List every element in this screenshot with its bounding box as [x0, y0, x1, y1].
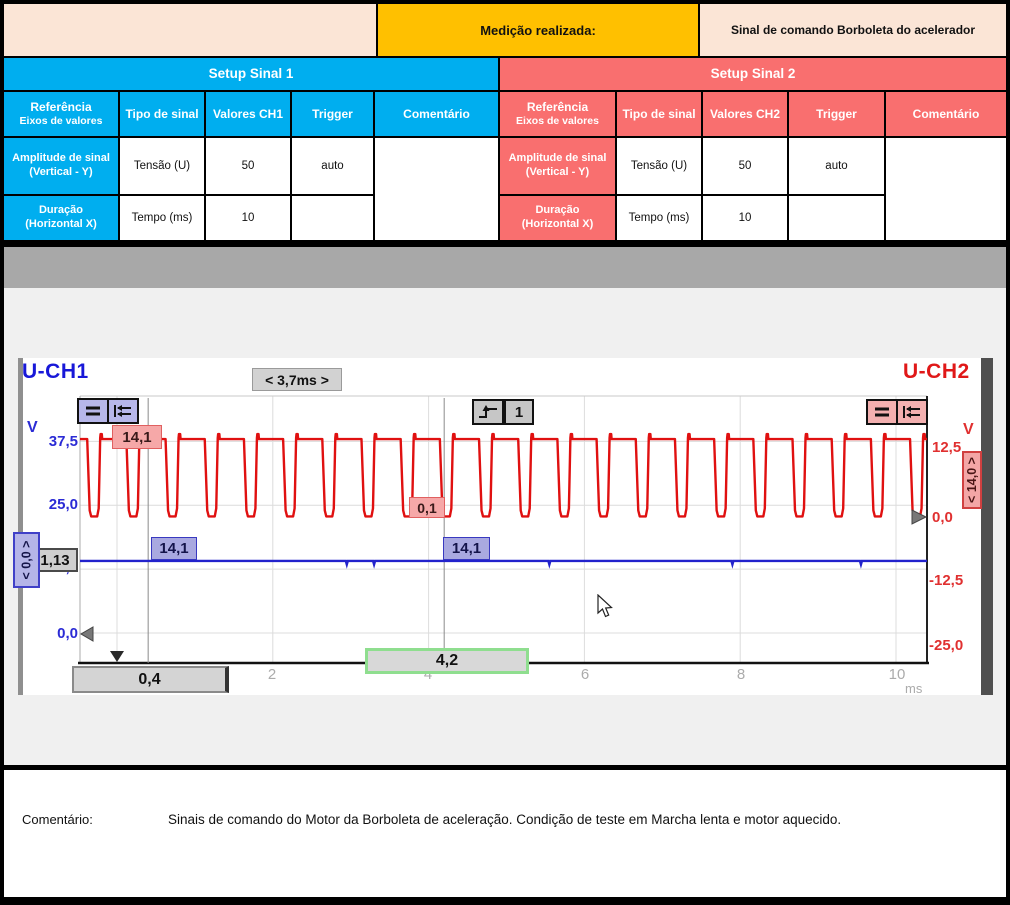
ch1-offset-range-handle[interactable]: < 0,0 >	[13, 532, 40, 588]
setup2-col-referencia-main: Referência	[527, 100, 588, 115]
setup2-amplitude-trigger: auto	[789, 138, 884, 194]
setup1-col-comentario: Comentário	[375, 92, 498, 136]
setup-signal-1-table: Setup Sinal 1 Referência Eixos de valore…	[4, 58, 498, 240]
right-tick-neg-25-0: -25,0	[929, 637, 963, 654]
setup2-title: Setup Sinal 2	[500, 58, 1006, 90]
setup2-row-duracao-label: Duração (Horizontal X)	[500, 196, 615, 240]
ch2-menu-button[interactable]	[866, 399, 898, 425]
left-tick-37-5: 37,5	[38, 433, 78, 450]
ch1-offset-range-label: < 0,0 >	[20, 541, 34, 580]
setup2-col-trigger: Trigger	[789, 92, 884, 136]
comment-text: Sinais de comando do Motor da Borboleta …	[168, 812, 988, 827]
menu-lines-icon	[83, 404, 103, 418]
ch1-menu-button[interactable]	[77, 398, 109, 424]
cursor1-time-box[interactable]: 0,4	[72, 666, 229, 693]
ch1-scroll-left-button[interactable]	[107, 398, 139, 424]
setup2-duracao-tipo: Tempo (ms)	[617, 196, 701, 240]
cursor2-time-box-selected[interactable]: 4,2	[365, 648, 529, 674]
x-tick-8: 8	[721, 666, 761, 683]
setup1-amplitude-sub: (Vertical - Y)	[29, 166, 92, 180]
setup1-duracao-main: Duração	[39, 204, 83, 218]
gray-toolbar-band	[4, 247, 1006, 288]
setup1-amplitude-tipo: Tensão (U)	[120, 138, 204, 194]
setup1-col-trigger: Trigger	[292, 92, 373, 136]
ch2-controls	[866, 399, 926, 425]
setup2-amplitude-sub: (Vertical - Y)	[526, 166, 589, 180]
setup-signal-2-table: Setup Sinal 2 Referência Eixos de valore…	[500, 58, 1006, 240]
left-tick-0-0: 0,0	[38, 625, 78, 642]
ch1-cursor1-value-box: 14,1	[151, 537, 197, 560]
left-axis-unit: V	[27, 419, 38, 437]
setup1-duracao-sub: (Horizontal X)	[25, 218, 97, 232]
measurement-performed-label: Medição realizada:	[378, 4, 698, 56]
arrows-to-bar-icon	[901, 404, 923, 420]
setup1-amplitude-main: Amplitude de sinal	[12, 152, 110, 166]
ch2-scroll-left-button[interactable]	[896, 399, 928, 425]
setup2-col-tipo: Tipo de sinal	[617, 92, 701, 136]
ch2-cursor1-value-box: 14,1	[112, 425, 162, 449]
setup1-duracao-tipo: Tempo (ms)	[120, 196, 204, 240]
setup1-amplitude-valor: 50	[206, 138, 290, 194]
right-tick-0-0: 0,0	[932, 509, 953, 526]
x-tick-2: 2	[252, 666, 292, 683]
setup2-col-comentario: Comentário	[886, 92, 1006, 136]
arrows-to-bar-icon	[112, 403, 134, 419]
ch2-cursor2-value-box: 0,1	[409, 497, 445, 518]
ch2-amplitude-range-label: < 14,0 >	[965, 457, 979, 503]
setup2-duracao-valor: 10	[703, 196, 787, 240]
setup1-col-referencia-sub: Eixos de valores	[20, 115, 103, 128]
trigger-indicator[interactable]: 1	[472, 399, 534, 425]
setup2-amplitude-valor: 50	[703, 138, 787, 194]
cursor-delta-time-box[interactable]: < 3,7ms >	[252, 368, 342, 391]
ch2-amplitude-range-handle[interactable]: < 14,0 >	[962, 451, 982, 509]
setup2-amplitude-tipo: Tensão (U)	[617, 138, 701, 194]
ch2-label: U-CH2	[903, 360, 970, 384]
trigger-channel-number: 1	[506, 404, 532, 421]
ch1-cursor2-value-box: 14,1	[443, 537, 490, 560]
comment-label: Comentário:	[22, 812, 93, 827]
setup2-amplitude-main: Amplitude de sinal	[509, 152, 607, 166]
menu-lines-icon	[872, 405, 892, 419]
measurement-performed-value: Sinal de comando Borboleta do acelerador	[700, 4, 1006, 56]
setup1-col-valores: Valores CH1	[206, 92, 290, 136]
ch1-label: U-CH1	[22, 360, 89, 384]
x-tick-6: 6	[565, 666, 605, 683]
right-tick-12-5: 12,5	[932, 439, 961, 456]
right-axis-unit: V	[963, 421, 974, 439]
scope-right-edge-bar	[981, 358, 993, 695]
comment-section	[4, 770, 1006, 897]
measurement-report-page: Medição realizada: Sinal de comando Borb…	[0, 0, 1010, 905]
setup1-row-amplitude-label: Amplitude de sinal (Vertical - Y)	[4, 138, 118, 194]
setup2-duracao-main: Duração	[535, 204, 579, 218]
setup1-col-referencia-main: Referência	[30, 100, 91, 115]
setup1-duracao-valor: 10	[206, 196, 290, 240]
x-axis-unit: ms	[905, 681, 922, 696]
setup2-row-amplitude-label: Amplitude de sinal (Vertical - Y)	[500, 138, 615, 194]
right-tick-neg-12-5: -12,5	[929, 572, 963, 589]
setup1-title: Setup Sinal 1	[4, 58, 498, 90]
setup2-duracao-trigger	[789, 196, 884, 240]
setup1-row-duracao-label: Duração (Horizontal X)	[4, 196, 118, 240]
scope-left-edge-bar	[18, 358, 23, 695]
setup1-col-referencia: Referência Eixos de valores	[4, 92, 118, 136]
setup1-amplitude-trigger: auto	[292, 138, 373, 194]
setup2-comment-cell	[886, 138, 1006, 240]
setup1-col-tipo: Tipo de sinal	[120, 92, 204, 136]
setup2-duracao-sub: (Horizontal X)	[522, 218, 594, 232]
left-tick-25-0: 25,0	[38, 496, 78, 513]
setup2-col-valores: Valores CH2	[703, 92, 787, 136]
ch1-controls	[77, 398, 137, 424]
setup1-comment-cell	[375, 138, 498, 240]
setup2-col-referencia-sub: Eixos de valores	[516, 115, 599, 128]
setup2-col-referencia: Referência Eixos de valores	[500, 92, 615, 136]
top-band-empty-cell	[4, 4, 376, 56]
setup1-duracao-trigger	[292, 196, 373, 240]
rising-edge-icon	[474, 403, 502, 421]
